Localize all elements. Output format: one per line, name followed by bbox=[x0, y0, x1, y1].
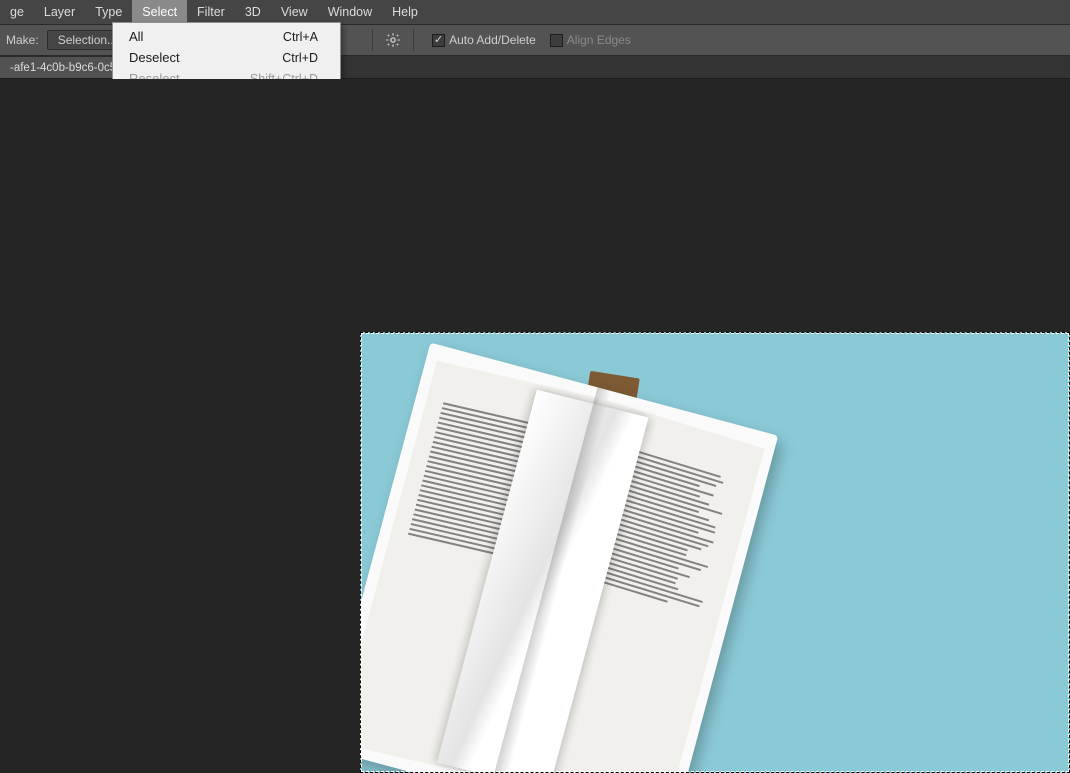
menu-filter[interactable]: Filter bbox=[187, 0, 235, 24]
menu-item-deselect[interactable]: DeselectCtrl+D bbox=[113, 47, 340, 68]
options-make-label: Make: bbox=[6, 33, 39, 47]
menu-help[interactable]: Help bbox=[382, 0, 428, 24]
menu-item-label: All bbox=[129, 29, 283, 44]
menu-label: 3D bbox=[245, 5, 261, 19]
menu-item-all[interactable]: AllCtrl+A bbox=[113, 26, 340, 47]
menu-item-shortcut: Ctrl+D bbox=[282, 51, 318, 65]
menu-label: Window bbox=[328, 5, 372, 19]
menu-3d[interactable]: 3D bbox=[235, 0, 271, 24]
auto-add-delete-option[interactable]: Auto Add/Delete bbox=[432, 33, 536, 47]
checkbox-icon[interactable] bbox=[432, 34, 445, 47]
menu-label: Type bbox=[95, 5, 122, 19]
align-edges-label: Align Edges bbox=[567, 33, 631, 47]
menu-item-label: Deselect bbox=[129, 50, 282, 65]
menu-type[interactable]: Type bbox=[85, 0, 132, 24]
menu-label: Select bbox=[142, 5, 177, 19]
menu-item-shortcut: Ctrl+A bbox=[283, 30, 318, 44]
options-separator bbox=[372, 29, 373, 51]
workspace[interactable] bbox=[0, 79, 1070, 773]
menu-layer[interactable]: Layer bbox=[34, 0, 85, 24]
menu-image-truncated[interactable]: ge bbox=[0, 0, 34, 24]
menu-label: View bbox=[281, 5, 308, 19]
menu-window[interactable]: Window bbox=[318, 0, 382, 24]
menu-view[interactable]: View bbox=[271, 0, 318, 24]
document-canvas[interactable] bbox=[360, 332, 1070, 773]
document-tab-label: -afe1-4c0b-b9c6-0c50 bbox=[10, 62, 123, 74]
auto-add-delete-label: Auto Add/Delete bbox=[449, 33, 536, 47]
gear-icon[interactable] bbox=[383, 30, 403, 50]
align-edges-option[interactable]: Align Edges bbox=[550, 33, 631, 47]
menu-label: Filter bbox=[197, 5, 225, 19]
options-separator bbox=[413, 29, 414, 51]
checkbox-icon[interactable] bbox=[550, 34, 563, 47]
menu-select[interactable]: Select bbox=[132, 0, 187, 24]
menu-label: ge bbox=[10, 5, 24, 19]
menu-label: Layer bbox=[44, 5, 75, 19]
menu-label: Help bbox=[392, 5, 418, 19]
book-illustration bbox=[360, 343, 778, 773]
